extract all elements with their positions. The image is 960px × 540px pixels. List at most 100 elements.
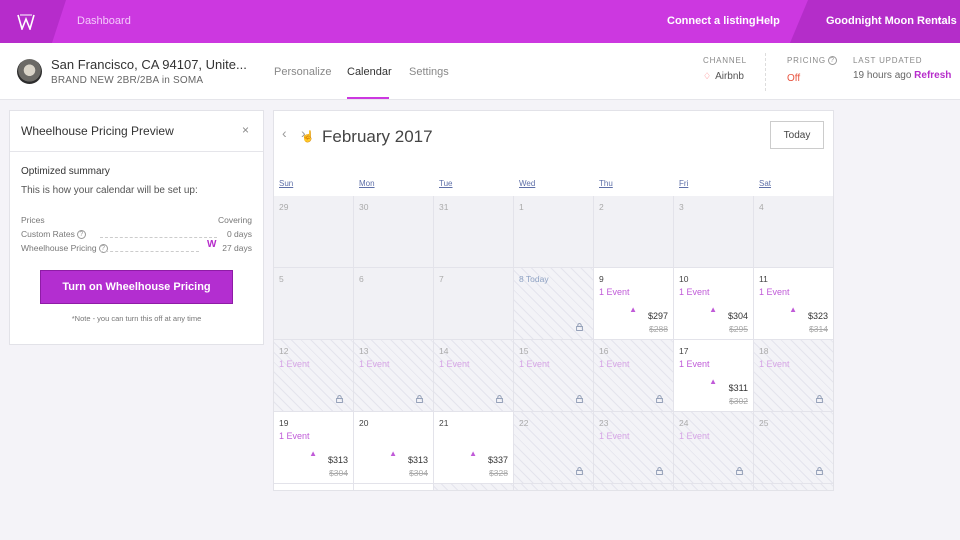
- close-icon[interactable]: ×: [242, 123, 249, 137]
- top-navigation-bar: Dashboard Connect a listing Help Goodnig…: [0, 0, 960, 43]
- event-count[interactable]: 1 Event: [359, 359, 390, 369]
- calendar-day-cell[interactable]: 2: [594, 484, 674, 490]
- connect-listing-link[interactable]: Connect a listing: [667, 15, 756, 27]
- calendar-day-cell[interactable]: 28: [434, 484, 514, 490]
- suggested-price: $311: [728, 383, 748, 393]
- custom-rates-days: 0 days: [226, 229, 252, 239]
- weekday-tue: Tue: [439, 179, 453, 188]
- pricing-status: Off: [787, 73, 801, 84]
- day-number: 4: [759, 202, 764, 212]
- summary-description: This is how your calendar will be set up…: [21, 185, 198, 196]
- tab-calendar[interactable]: Calendar: [347, 66, 392, 78]
- calendar-day-cell[interactable]: 31: [434, 196, 514, 268]
- event-count[interactable]: 1 Event: [439, 359, 470, 369]
- month-title: February 2017: [322, 127, 433, 146]
- calendar-day-cell[interactable]: 26: [274, 484, 354, 490]
- calendar-day-cell[interactable]: 20 ▲ $313 $304: [354, 412, 434, 484]
- panel-title: Wheelhouse Pricing Preview: [21, 124, 174, 138]
- listing-avatar: [17, 59, 42, 84]
- calendar-day-cell[interactable]: 19 1 Event ▲ $313 $304: [274, 412, 354, 484]
- today-button[interactable]: Today: [770, 121, 824, 149]
- calendar-day-cell[interactable]: 11 1 Event ▲ $323 $314: [754, 268, 833, 340]
- listing-title[interactable]: San Francisco, CA 94107, Unite...: [51, 57, 247, 72]
- wheelhouse-pricing-label: Wheelhouse Pricing?: [21, 243, 108, 254]
- custom-rates-label: Custom Rates?: [21, 229, 86, 240]
- day-number: 12: [279, 346, 289, 356]
- calendar-day-cell[interactable]: 5: [274, 268, 354, 340]
- previous-price: $314: [809, 324, 828, 334]
- calendar-day-cell[interactable]: 3: [674, 196, 754, 268]
- calendar-day-cell[interactable]: 15 1 Event: [514, 340, 594, 412]
- event-count[interactable]: 1 Event: [599, 431, 630, 441]
- calendar-day-cell[interactable]: 18 1 Event: [754, 340, 833, 412]
- info-icon[interactable]: ?: [827, 56, 837, 66]
- refresh-link[interactable]: Refresh: [914, 70, 951, 81]
- listing-header: San Francisco, CA 94107, Unite... BRAND …: [0, 43, 960, 100]
- suggested-price: $297: [647, 311, 668, 321]
- calendar-day-cell[interactable]: 6: [354, 268, 434, 340]
- weekday-header: Sun Mon Tue Wed Thu Fri Sat: [274, 174, 833, 196]
- day-number: 30: [359, 202, 369, 212]
- tab-settings[interactable]: Settings: [409, 66, 449, 78]
- calendar-day-cell[interactable]: 22: [514, 412, 594, 484]
- suggested-price: $337: [487, 455, 508, 465]
- wheelhouse-pricing-days: 27 days: [222, 243, 252, 253]
- event-count[interactable]: 1 Event: [599, 287, 630, 297]
- event-count[interactable]: 1 Event: [679, 287, 710, 297]
- calendar-day-cell[interactable]: 4: [754, 484, 833, 491]
- event-count[interactable]: 1 Event: [759, 287, 790, 297]
- day-number: 11: [759, 274, 768, 284]
- event-count[interactable]: 1 Event: [519, 359, 550, 369]
- help-link[interactable]: Help: [756, 15, 780, 27]
- event-count[interactable]: 1 Event: [279, 359, 310, 369]
- calendar-day-cell[interactable]: 3: [674, 484, 754, 490]
- calendar-day-cell[interactable]: 29: [274, 196, 354, 268]
- event-count[interactable]: 1 Event: [759, 359, 790, 369]
- calendar-day-cell[interactable]: 10 1 Event ▲ $304 $295: [674, 268, 754, 340]
- event-count[interactable]: 1 Event: [279, 431, 310, 441]
- last-updated-label: LAST UPDATED: [853, 56, 923, 65]
- calendar-day-cell[interactable]: 4: [754, 196, 833, 268]
- day-number: 23: [599, 418, 609, 428]
- nav-dashboard-link[interactable]: Dashboard: [77, 15, 131, 27]
- calendar-day-cell[interactable]: 8 Today: [514, 268, 594, 340]
- lock-icon: [416, 395, 423, 403]
- day-number: 4: [759, 490, 764, 491]
- calendar-day-cell[interactable]: 7: [434, 268, 514, 340]
- tab-personalize[interactable]: Personalize: [274, 66, 331, 78]
- calendar-day-cell[interactable]: 23 1 Event: [594, 412, 674, 484]
- calendar-day-cell[interactable]: 30: [354, 196, 434, 268]
- day-number: 10: [679, 274, 689, 284]
- wheelhouse-logo-icon[interactable]: [0, 0, 52, 43]
- calendar-day-cell[interactable]: 12 1 Event: [274, 340, 354, 412]
- day-number: 1: [519, 490, 524, 491]
- suggested-price: $323: [807, 311, 828, 321]
- day-number: 18: [759, 346, 769, 356]
- custom-rates-text: Custom Rates: [21, 229, 75, 239]
- day-number: 25: [759, 418, 769, 428]
- lock-icon: [656, 467, 663, 475]
- calendar-day-cell[interactable]: 13 1 Event: [354, 340, 434, 412]
- calendar-day-cell[interactable]: 21 ▲ $337 $328: [434, 412, 514, 484]
- calendar-day-cell[interactable]: 1: [514, 484, 594, 491]
- calendar-day-cell[interactable]: 2: [594, 196, 674, 268]
- calendar-day-cell[interactable]: 17 1 Event ▲ $311 $302: [674, 340, 754, 412]
- event-count[interactable]: 1 Event: [679, 431, 710, 441]
- calendar-day-cell[interactable]: 1: [514, 196, 594, 268]
- day-number: 19: [279, 418, 289, 428]
- calendar-day-cell[interactable]: 14 1 Event: [434, 340, 514, 412]
- chevron-down-icon[interactable]: ⌄: [936, 14, 943, 23]
- day-number: 3: [679, 202, 684, 212]
- price-increase-icon: ▲: [709, 377, 717, 386]
- calendar-day-cell[interactable]: 25: [754, 412, 833, 484]
- calendar-day-cell[interactable]: 16 1 Event: [594, 340, 674, 412]
- day-number: 2: [599, 202, 604, 212]
- event-count[interactable]: 1 Event: [599, 359, 630, 369]
- event-count[interactable]: 1 Event: [679, 359, 710, 369]
- info-icon[interactable]: ?: [76, 230, 86, 240]
- turn-on-wheelhouse-button[interactable]: Turn on Wheelhouse Pricing: [40, 270, 233, 304]
- previous-month-icon[interactable]: ‹: [282, 125, 287, 141]
- calendar-day-cell[interactable]: 9 1 Event ▲ $297 $288: [594, 268, 674, 340]
- calendar-day-cell[interactable]: 27: [354, 484, 434, 490]
- calendar-day-cell[interactable]: 24 1 Event: [674, 412, 754, 484]
